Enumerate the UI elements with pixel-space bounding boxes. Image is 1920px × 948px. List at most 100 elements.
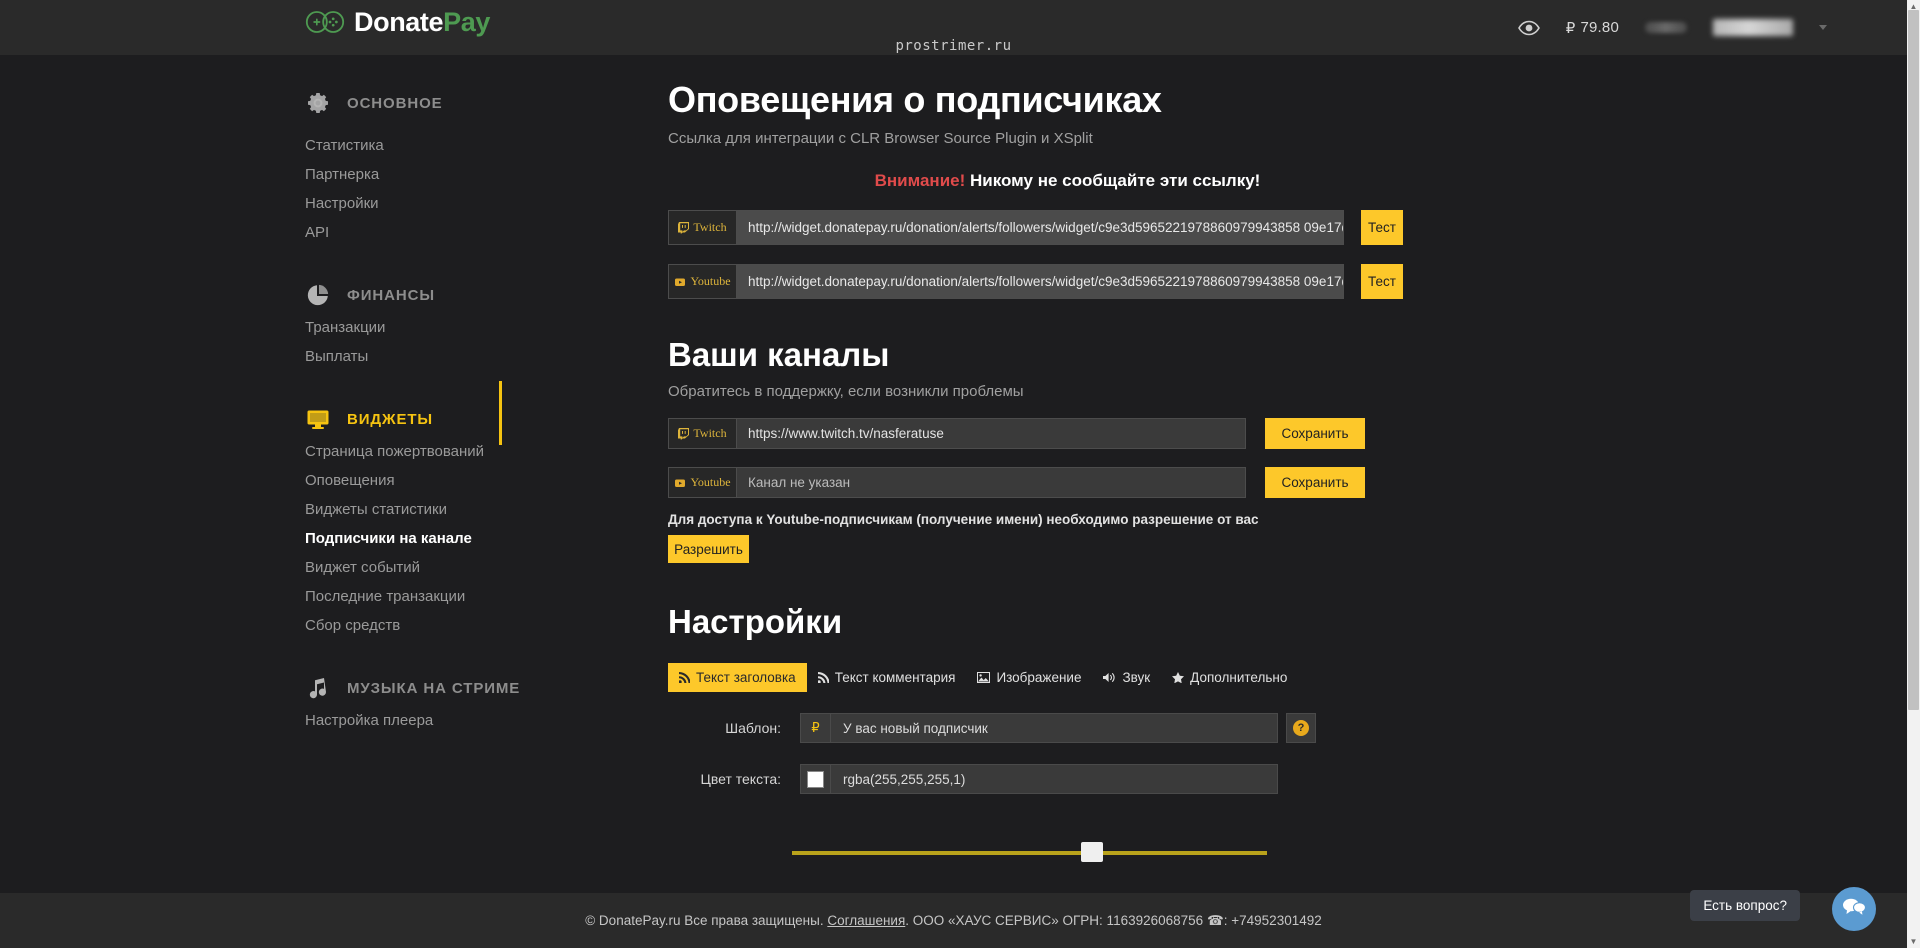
sidebar-item-vyplaty[interactable]: Выплаты	[305, 342, 610, 371]
footer-phone: : +74952301492	[1223, 913, 1322, 928]
balance-amount: 79.80	[1580, 19, 1619, 36]
color-swatch	[807, 770, 824, 788]
tab-tekst-zagolovka[interactable]: Текст заголовка	[668, 663, 807, 692]
channels-title: Ваши каналы	[668, 336, 890, 373]
twitch-icon	[678, 221, 690, 234]
footer-copyright: © DonatePay.ru Все права защищены.	[585, 913, 824, 928]
scroll-down-arrow[interactable]: ▼	[1907, 935, 1920, 948]
twitch-badge: Twitch	[668, 210, 736, 245]
shablon-help-button[interactable]: ?	[1286, 713, 1316, 743]
tab-izobrazhenie[interactable]: Изображение	[966, 663, 1092, 692]
settings-tabs: Текст заголовка Текст комментария Изобра…	[668, 663, 1907, 692]
warning-rest: Никому не сообщайте эти ссылку!	[970, 171, 1261, 190]
cvet-teksta-control[interactable]: rgba(255,255,255,1)	[800, 764, 1278, 794]
username-blurred[interactable]	[1713, 19, 1793, 36]
page-footer: © DonatePay.ru Все права защищены. Согла…	[0, 893, 1907, 948]
youtube-save-button[interactable]: Сохранить	[1265, 467, 1365, 498]
sidebar-item-opoveshcheniya[interactable]: Оповещения	[305, 466, 610, 495]
sidebar-section-vidzhety[interactable]: ВИДЖЕТЫ	[305, 381, 610, 445]
app-root: DonatePay ₽ 79.80 prostrimer.ru ОСНОВНОЕ…	[0, 0, 1920, 948]
sidebar-item-vidzhety-statistiki[interactable]: Виджеты статистики	[305, 495, 610, 524]
cvet-teksta-input[interactable]: rgba(255,255,255,1)	[831, 765, 1277, 793]
field-row-shablon: Шаблон: ₽ У вас новый подписчик ?	[668, 713, 1907, 743]
balance-display[interactable]: ₽ 79.80	[1566, 19, 1619, 37]
youtube-icon	[674, 276, 686, 288]
scroll-thumb[interactable]	[1908, 10, 1919, 710]
brand-logo[interactable]: DonatePay	[305, 8, 490, 36]
brand-name: DonatePay	[354, 6, 490, 37]
chat-fab-button[interactable]	[1832, 887, 1876, 931]
sidebar-item-api[interactable]: API	[305, 218, 610, 247]
sidebar-section-label: ВИДЖЕТЫ	[347, 410, 434, 428]
chat-tooltip[interactable]: Есть вопрос?	[1690, 890, 1800, 921]
youtube-label: Youtube	[690, 274, 731, 288]
sidebar-item-statistika[interactable]: Статистика	[305, 131, 610, 160]
main-content: Оповещения о подписчиках Ссылка для инте…	[610, 55, 1907, 893]
rss-icon	[679, 672, 690, 683]
sidebar-section-osnovnoe[interactable]: ОСНОВНОЕ	[305, 85, 610, 121]
channel-row-youtube: Youtube Канал не указан Сохранить	[668, 467, 1907, 498]
page-scrollbar[interactable]: ▲ ▼	[1907, 0, 1920, 948]
sidebar-item-vidzhet-sobytiy[interactable]: Виджет событий	[305, 553, 610, 582]
shablon-control[interactable]: ₽ У вас новый подписчик	[800, 713, 1278, 743]
sidebar-section-muzyka-na-strime[interactable]: МУЗЫКА НА СТРИМЕ	[305, 670, 610, 706]
channel-row-twitch: Twitch https://www.twitch.tv/nasferatuse…	[668, 418, 1907, 449]
color-swatch-icon[interactable]	[801, 765, 831, 793]
settings-slider-row	[668, 835, 1308, 875]
eye-icon[interactable]	[1517, 20, 1540, 36]
monitor-icon	[305, 406, 331, 432]
star-icon	[1172, 672, 1185, 683]
youtube-test-button[interactable]: Тест	[1361, 264, 1403, 299]
twitch-save-button[interactable]: Сохранить	[1265, 418, 1365, 449]
ruble-icon: ₽	[801, 714, 831, 742]
sidebar-item-tranzakcii[interactable]: Транзакции	[305, 313, 610, 342]
sidebar: ОСНОВНОЕ Статистика Партнерка Настройки …	[0, 55, 610, 893]
channels-subtitle: Обратитесь в поддержку, если возникли пр…	[668, 383, 1024, 400]
shablon-input[interactable]: У вас новый подписчик	[831, 714, 1277, 742]
volume-icon	[1103, 672, 1116, 683]
brand-name-secondary: Pay	[443, 6, 490, 37]
twitch-test-button[interactable]: Тест	[1361, 210, 1403, 245]
sidebar-item-podpischiki-na-kanale[interactable]: Подписчики на канале	[305, 524, 610, 553]
twitch-widget-url-input[interactable]: http://widget.donatepay.ru/donation/aler…	[736, 210, 1344, 245]
sidebar-item-poslednie-tranzakcii[interactable]: Последние транзакции	[305, 582, 610, 611]
sidebar-item-nastroyki[interactable]: Настройки	[305, 189, 610, 218]
field-row-cvet-teksta: Цвет текста: rgba(255,255,255,1)	[668, 764, 1907, 794]
rss-icon	[817, 672, 829, 683]
image-icon	[977, 672, 991, 683]
widget-link-row-youtube: Youtube http://widget.donatepay.ru/donat…	[668, 264, 1907, 299]
sidebar-section-finansy[interactable]: ФИНАНСЫ	[305, 277, 610, 313]
tab-tekst-kommentariya[interactable]: Текст комментария	[807, 663, 967, 692]
chevron-down-icon[interactable]	[1819, 25, 1827, 30]
youtube-channel-input[interactable]: Канал не указан	[736, 467, 1246, 498]
footer-agreement-link[interactable]: Соглашения	[827, 913, 905, 928]
twitch-channel-input[interactable]: https://www.twitch.tv/nasferatuse	[736, 418, 1246, 449]
account-button-blurred[interactable]	[1645, 22, 1687, 33]
shablon-label: Шаблон:	[725, 720, 781, 736]
footer-company: . ООО «ХАУС СЕРВИС» ОГРН: 1163926068756	[905, 913, 1204, 928]
youtube-channel-badge: Youtube	[668, 467, 736, 498]
twitch-icon	[678, 427, 690, 440]
widget-link-row-twitch: Twitch http://widget.donatepay.ru/donati…	[668, 210, 1907, 245]
sidebar-item-nastroyka-pleera[interactable]: Настройка плеера	[305, 706, 610, 735]
sidebar-item-sbor-sredstv[interactable]: Сбор средств	[305, 611, 610, 640]
pie-chart-icon	[305, 282, 331, 308]
youtube-widget-url-input[interactable]: http://widget.donatepay.ru/donation/aler…	[736, 264, 1344, 299]
youtube-icon	[674, 477, 686, 489]
page-title: Оповещения о подписчиках	[668, 79, 1162, 120]
sidebar-item-partnerka[interactable]: Партнерка	[305, 160, 610, 189]
tab-dopolnitelno[interactable]: Дополнительно	[1161, 663, 1298, 692]
twitch-label: Twitch	[693, 426, 727, 440]
tab-zvuk[interactable]: Звук	[1092, 663, 1161, 692]
sidebar-section-label: ОСНОВНОЕ	[347, 94, 443, 112]
warning-strong: Внимание!	[874, 171, 966, 190]
settings-slider-track[interactable]	[792, 851, 1267, 855]
gamepad-infinity-icon	[305, 8, 345, 36]
youtube-badge: Youtube	[668, 264, 736, 299]
youtube-permission-note: Для доступа к Youtube-подписчикам (получ…	[668, 512, 1259, 527]
twitch-label: Twitch	[693, 220, 727, 234]
allow-button[interactable]: Разрешить	[668, 535, 749, 563]
sidebar-item-stranica-pozhertvovaniy[interactable]: Страница пожертвований	[305, 437, 610, 466]
sidebar-section-label: МУЗЫКА НА СТРИМЕ	[347, 679, 521, 697]
settings-slider-handle[interactable]	[1081, 842, 1103, 862]
